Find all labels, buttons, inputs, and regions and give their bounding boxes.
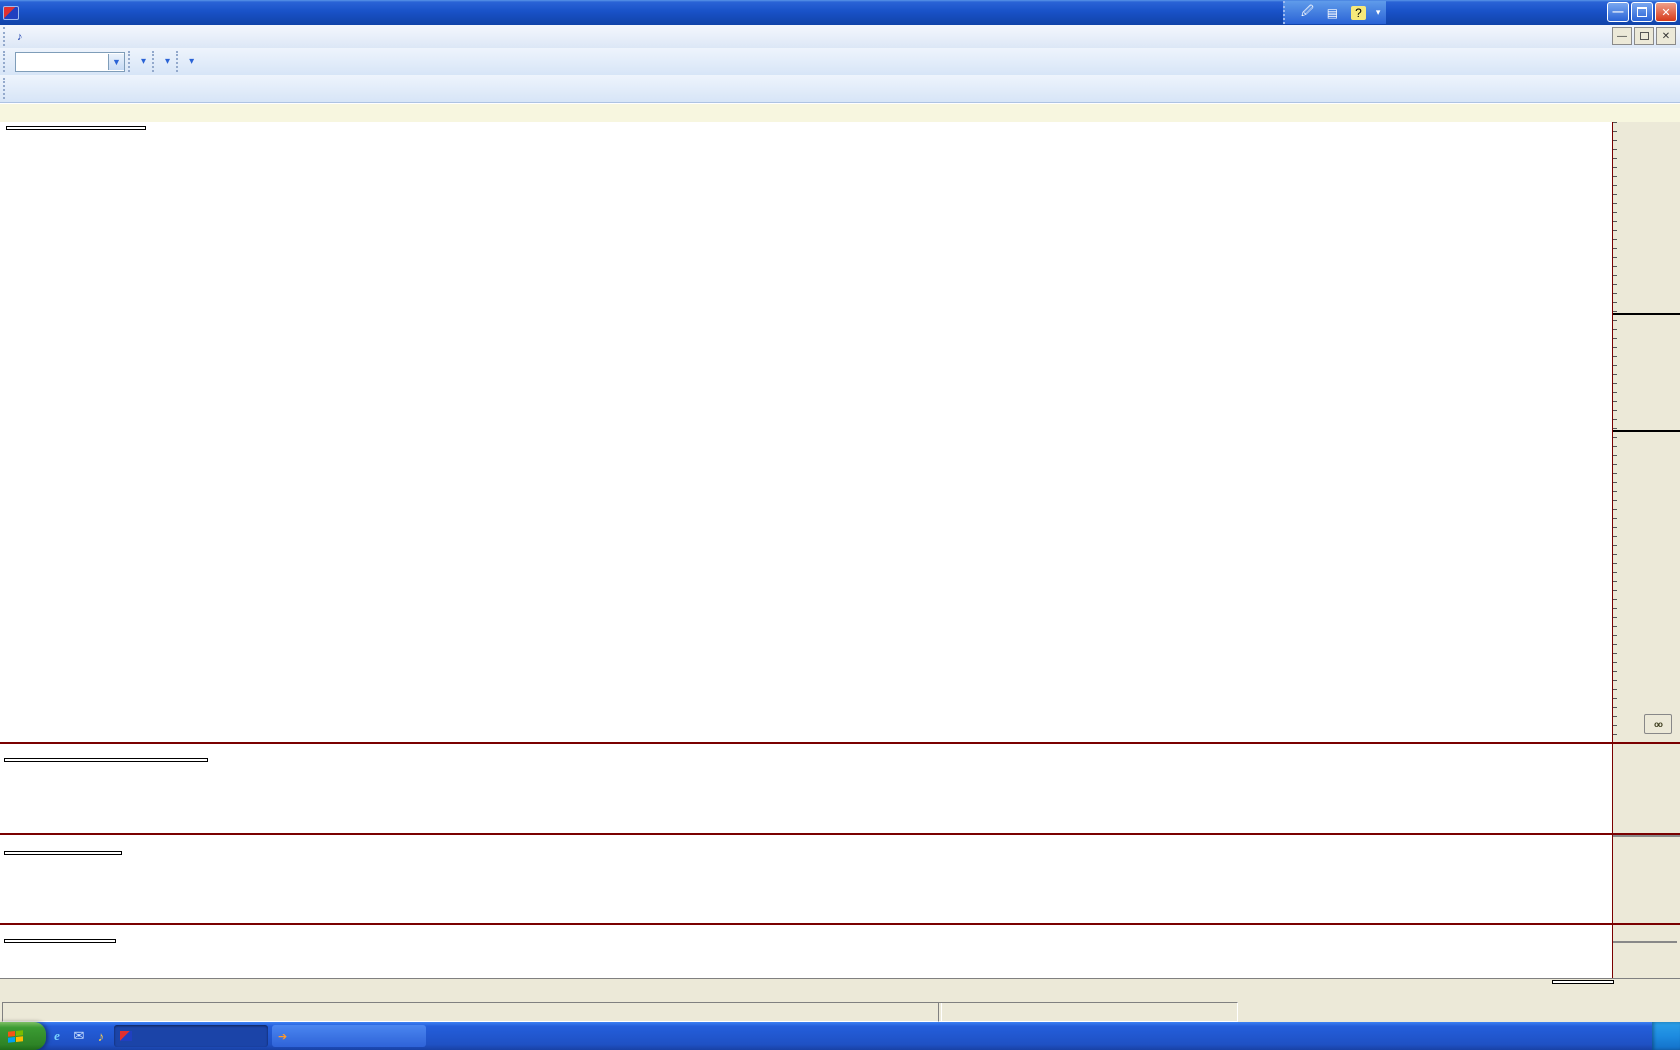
cycles-value-box	[4, 939, 116, 943]
window-controls: — ✕	[1605, 2, 1677, 22]
time-axis[interactable]	[0, 978, 1680, 1002]
toolbar2-grip[interactable]	[3, 78, 10, 100]
status-bar	[0, 1000, 1680, 1022]
close-button[interactable]: ✕	[1655, 2, 1677, 22]
pivot-price-label	[1613, 313, 1680, 315]
menu-bar: ♪ — ✕	[0, 25, 1680, 49]
mdi-restore-button[interactable]	[1634, 27, 1654, 45]
macd-top-value	[1613, 835, 1680, 837]
menubar-grip[interactable]	[3, 27, 10, 45]
symbol-combobox[interactable]: ▼	[15, 52, 125, 72]
taskbar-item-download[interactable]: ➔	[272, 1025, 426, 1047]
price-chart-canvas[interactable]	[0, 122, 1612, 742]
lang-help-button[interactable]: ?	[1351, 6, 1366, 20]
price-chart-panel[interactable]: oo	[0, 122, 1680, 742]
volume-panel[interactable]	[0, 742, 1680, 833]
restore-button[interactable]	[1631, 2, 1653, 22]
desktop: 🖉 ▤ ? ▾ — ✕ ♪ — ✕ ▼ ▾ ▾	[0, 0, 1680, 1050]
extras-grip[interactable]	[176, 51, 183, 73]
cycles-value	[1613, 941, 1677, 943]
macd-value-box	[4, 851, 122, 855]
macd-axis	[1612, 835, 1680, 923]
symbol-dropdown-icon[interactable]: ▼	[108, 54, 124, 70]
microphone-icon: 🖉	[1301, 2, 1314, 23]
windows-logo-icon	[8, 1030, 23, 1043]
mdi-window-controls: — ✕	[1612, 27, 1676, 45]
volume-value-box	[4, 758, 208, 762]
quicklaunch-ie-icon[interactable]: e	[48, 1027, 66, 1045]
studies1-overflow-chevron[interactable]: ▾	[138, 56, 149, 67]
tools-toolbar	[0, 75, 1680, 103]
mdi-close-button[interactable]: ✕	[1656, 27, 1676, 45]
price-axis[interactable]	[1612, 122, 1680, 742]
studies2-overflow-chevron[interactable]: ▾	[162, 56, 173, 67]
lang-tools-button[interactable]: ▤	[1327, 6, 1341, 20]
studies-toolbar: ▼ ▾ ▾ ▾	[0, 48, 1680, 76]
tools-icon: ▤	[1327, 6, 1338, 20]
toolbar1-grip[interactable]	[3, 51, 10, 73]
studies1-grip[interactable]	[128, 51, 135, 73]
cycles-panel[interactable]	[0, 923, 1680, 979]
chart-window-icon: ♪	[17, 31, 23, 43]
quicklaunch-mail-icon[interactable]: ✉	[70, 1027, 88, 1045]
language-bar: 🖉 ▤ ? ▾	[1283, 1, 1386, 24]
microphone-button[interactable]: 🖉	[1301, 2, 1317, 23]
studies2-grip[interactable]	[152, 51, 159, 73]
cycles-axis	[1612, 925, 1680, 979]
system-tray	[1652, 1022, 1680, 1050]
macd-panel[interactable]	[0, 833, 1680, 923]
langbar-options-chevron[interactable]: ▾	[1376, 7, 1381, 18]
last-price-label	[1613, 430, 1680, 432]
volume-axis	[1612, 744, 1680, 833]
window-titlebar: 🖉 ▤ ? ▾ — ✕	[0, 0, 1680, 25]
x-axis-values	[0, 714, 1612, 730]
ohlc-info-box	[6, 126, 146, 130]
quote-bar	[0, 103, 1680, 124]
taskbar-item-advanced-get[interactable]	[114, 1025, 268, 1047]
mdi-minimize-button[interactable]: —	[1612, 27, 1632, 45]
quicklaunch-media-icon[interactable]: ♪	[92, 1027, 110, 1045]
end-date-label	[1552, 980, 1614, 984]
taskbar: e ✉ ♪ ➔	[0, 1022, 1680, 1050]
extras-overflow-chevron[interactable]: ▾	[186, 56, 197, 67]
start-button[interactable]	[0, 1022, 46, 1050]
minimize-button[interactable]: —	[1607, 2, 1629, 22]
app-icon	[3, 6, 19, 20]
advanced-get-icon	[120, 1031, 132, 1041]
binoculars-button[interactable]: oo	[1644, 714, 1672, 734]
download-icon: ➔	[278, 1030, 287, 1043]
status-help-text	[2, 1002, 942, 1022]
status-page-text	[938, 1002, 1238, 1022]
